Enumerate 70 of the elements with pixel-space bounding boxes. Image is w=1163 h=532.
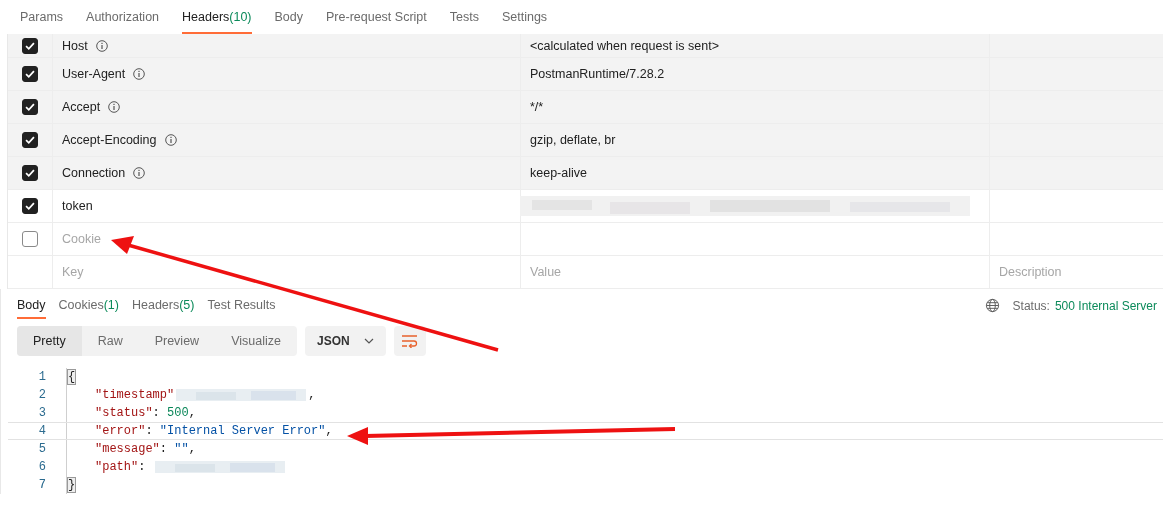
code-token: "" xyxy=(174,442,189,456)
format-dropdown[interactable]: JSON xyxy=(304,326,386,356)
code-token: , xyxy=(325,424,333,438)
info-icon[interactable] xyxy=(164,134,177,146)
code-token: , xyxy=(188,442,196,456)
view-mode-tab[interactable]: Raw xyxy=(81,326,139,356)
code-token: "error" xyxy=(95,424,146,438)
line-number: 5 xyxy=(37,442,46,456)
line-number: 3 xyxy=(37,406,46,420)
checkbox[interactable] xyxy=(22,231,38,247)
code-token: } xyxy=(67,477,77,493)
view-mode-tab[interactable]: Visualize xyxy=(215,326,297,356)
code-token: "message" xyxy=(95,442,160,456)
request-tab[interactable]: Params xyxy=(20,0,64,34)
view-mode-tab[interactable]: Preview xyxy=(138,326,216,356)
header-key: Cookie xyxy=(62,232,101,246)
checkbox[interactable] xyxy=(22,66,38,82)
info-icon[interactable] xyxy=(133,167,146,179)
checkbox[interactable] xyxy=(22,99,38,115)
header-key: Accept-Encoding xyxy=(62,133,157,147)
info-icon[interactable] xyxy=(133,68,146,80)
request-tab[interactable]: Authorization xyxy=(86,0,160,34)
header-key: token xyxy=(62,199,93,213)
code-token: : xyxy=(138,460,147,474)
line-number: 1 xyxy=(37,370,46,384)
code-token: { xyxy=(67,369,77,385)
request-tab[interactable]: Tests xyxy=(449,0,479,34)
info-icon[interactable] xyxy=(108,101,121,113)
checkbox[interactable] xyxy=(22,165,38,181)
wrap-lines-icon xyxy=(400,334,419,348)
response-tab[interactable]: Headers(5) xyxy=(131,298,195,319)
header-value: keep-alive xyxy=(530,166,587,180)
header-key: Host xyxy=(62,38,88,53)
header-value: PostmanRuntime/7.28.2 xyxy=(530,67,665,81)
response-tab[interactable]: Body xyxy=(17,298,46,319)
request-tab[interactable]: Body xyxy=(274,0,304,34)
globe-icon[interactable] xyxy=(984,298,1000,313)
code-token: , xyxy=(188,406,196,420)
line-number: 2 xyxy=(37,388,46,402)
checkbox[interactable] xyxy=(22,198,38,214)
status-label: Status: xyxy=(1012,298,1050,313)
view-mode-tab[interactable]: Pretty xyxy=(17,326,82,356)
code-token: "Internal Server Error" xyxy=(159,424,326,438)
caret-icon xyxy=(363,338,374,344)
code-token: , xyxy=(308,388,316,402)
response-tab[interactable]: Test Results xyxy=(207,298,276,319)
status-value: 500 Internal Server xyxy=(1054,298,1157,313)
code-token: "status" xyxy=(95,406,153,420)
checkbox[interactable] xyxy=(22,37,38,54)
response-tab[interactable]: Cookies(1) xyxy=(58,298,119,319)
header-key: Accept xyxy=(62,100,101,114)
checkbox[interactable] xyxy=(22,132,38,148)
code-token: "path" xyxy=(95,460,139,474)
code-token: : xyxy=(145,424,154,438)
header-key: Connection xyxy=(62,166,126,180)
line-number: 7 xyxy=(37,478,46,492)
request-tab[interactable]: Settings xyxy=(501,0,548,34)
header-value: <calculated when request is sent> xyxy=(530,38,719,53)
code-token: "timestamp" xyxy=(95,388,175,402)
line-number: 6 xyxy=(37,460,46,474)
request-tab[interactable]: Pre-request Script xyxy=(326,0,427,34)
info-icon[interactable] xyxy=(95,39,108,52)
header-value: */* xyxy=(530,100,544,114)
wrap-lines-button[interactable] xyxy=(393,326,426,356)
line-number: 4 xyxy=(37,424,46,438)
code-token: : xyxy=(159,442,168,456)
code-token: : xyxy=(152,406,161,420)
header-value: gzip, deflate, br xyxy=(530,133,616,147)
code-token: 500 xyxy=(167,406,189,420)
header-key: User-Agent xyxy=(62,67,126,81)
